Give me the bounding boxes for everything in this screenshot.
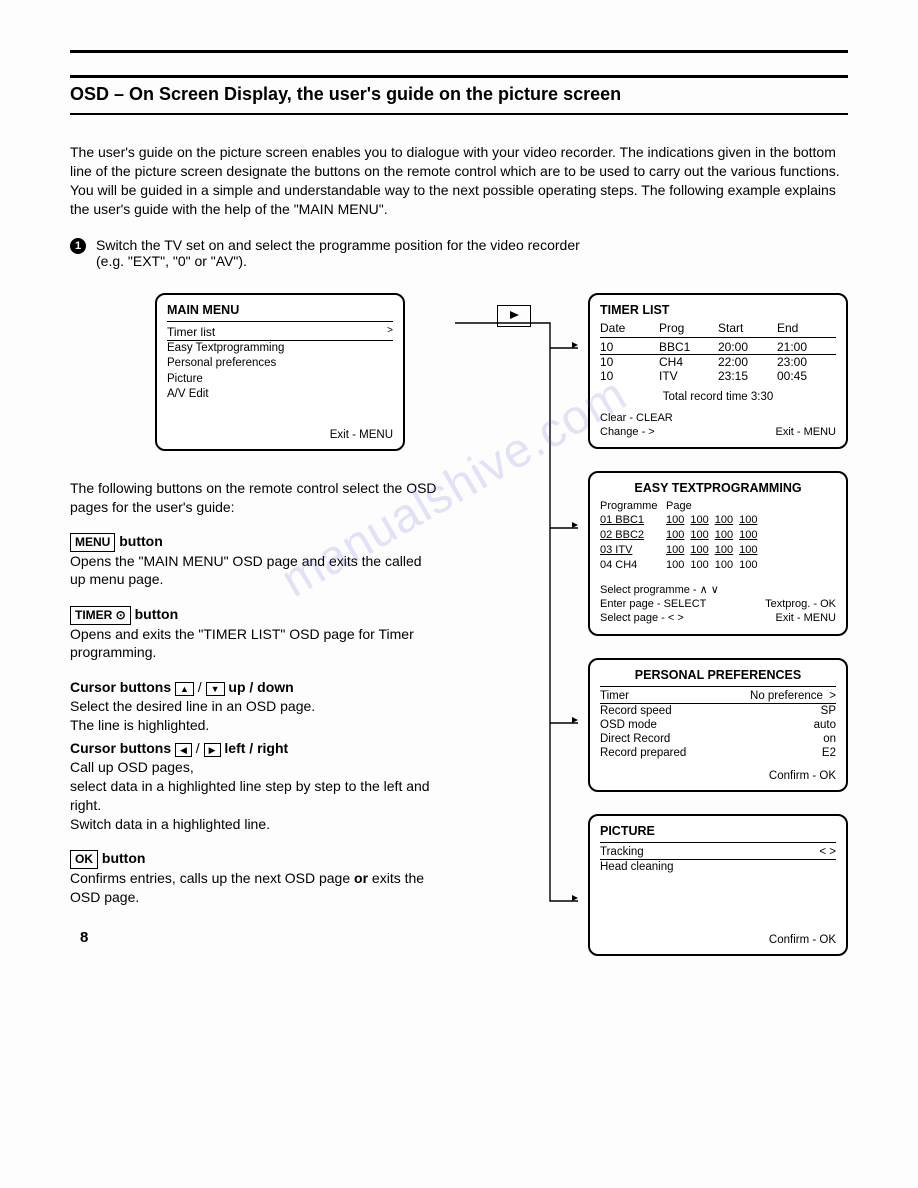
- step-1: 1 Switch the TV set on and select the pr…: [70, 237, 848, 269]
- intro-paragraph: The user's guide on the picture screen e…: [70, 143, 848, 219]
- up-arrow-icon: ▲: [175, 682, 194, 696]
- ep-foot1: Select programme - ∧ ∨: [600, 583, 836, 597]
- cursor-lr-desc1: Call up OSD pages,: [70, 759, 194, 775]
- ep-foot3l: Select page - < >: [600, 611, 684, 625]
- ok-button-label: OK: [70, 850, 98, 868]
- timer-list-header: Date Prog Start End: [600, 321, 836, 335]
- title-block: OSD – On Screen Display, the user's guid…: [70, 75, 848, 115]
- ep-row: 01 BBC1100100100100: [600, 513, 836, 528]
- picture-title: PICTURE: [600, 824, 836, 838]
- ep-row: 03 ITV100100100100: [600, 543, 836, 558]
- main-menu-item: A/V Edit: [167, 387, 393, 403]
- osd-main-menu: MAIN MENU Timer list > Easy Textprogramm…: [155, 293, 405, 451]
- timer-button-label: TIMER ⊙: [70, 606, 131, 624]
- left-intro: The following buttons on the remote cont…: [70, 479, 440, 517]
- timer-button-word: button: [131, 606, 178, 622]
- th-date: Date: [600, 321, 659, 335]
- prefs-row: Record preparedE2: [600, 746, 836, 760]
- ok-or: or: [354, 870, 368, 886]
- prefs-row: Record speedSP: [600, 704, 836, 718]
- main-menu-exit: Exit - MENU: [167, 429, 393, 441]
- timer-button-desc: Opens and exits the "TIMER LIST" OSD pag…: [70, 626, 414, 661]
- timer-list-title: TIMER LIST: [600, 303, 836, 317]
- timer-change: Change - >: [600, 425, 673, 439]
- cursor-ud-desc2: The line is highlighted.: [70, 717, 209, 733]
- picture-row: Head cleaning: [600, 860, 836, 874]
- prefs-row: Timer No preference >: [600, 689, 836, 704]
- cursor-ud-desc1: Select the desired line in an OSD page.: [70, 698, 315, 714]
- cursor-lr-desc3: Switch data in a highlighted line.: [70, 816, 270, 832]
- flow-connectors: [450, 293, 580, 1013]
- easy-text-title: EASY TEXTPROGRAMMING: [600, 481, 836, 495]
- osd-prefs: PERSONAL PREFERENCES Timer No preference…: [588, 658, 848, 792]
- th-prog: Prog: [659, 321, 718, 335]
- picture-row: Tracking< >: [600, 845, 836, 860]
- cursor-ud-title1: Cursor buttons: [70, 679, 175, 695]
- timer-clear: Clear - CLEAR: [600, 411, 673, 425]
- ep-row: 02 BBC2100100100100: [600, 528, 836, 543]
- osd-picture: PICTURE Tracking< > Head cleaning Confir…: [588, 814, 848, 956]
- page-title: OSD – On Screen Display, the user's guid…: [70, 84, 848, 105]
- prefs-row: OSD modeauto: [600, 718, 836, 732]
- timer-row: 10BBC120:0021:00: [600, 340, 836, 355]
- timer-exit: Exit - MENU: [776, 425, 837, 439]
- down-arrow-icon: ▼: [206, 682, 225, 696]
- ok-button-word: button: [98, 850, 145, 866]
- timer-total: Total record time 3:30: [600, 391, 836, 403]
- menu-button-word: button: [115, 533, 162, 549]
- top-rule: [70, 50, 848, 53]
- easy-text-header: Programme Page: [600, 499, 836, 513]
- step-1-line1: Switch the TV set on and select the prog…: [96, 237, 580, 253]
- right-arrow-icon: ▶: [204, 743, 221, 757]
- main-menu-selected-row: Timer list >: [167, 324, 393, 341]
- timer-button-section: TIMER ⊙ button Opens and exits the "TIME…: [70, 605, 440, 662]
- step-1-line2: (e.g. "EXT", "0" or "AV").: [96, 253, 247, 269]
- th-end: End: [777, 321, 836, 335]
- main-menu-item: Personal preferences: [167, 356, 393, 372]
- main-menu-item: Easy Textprogramming: [167, 341, 393, 357]
- timer-row: 10CH422:0023:00: [600, 355, 836, 369]
- menu-button-label: MENU: [70, 533, 115, 551]
- main-menu-selected-label: Timer list: [167, 325, 215, 339]
- cursor-ud-title2: up / down: [228, 679, 293, 695]
- picture-confirm: Confirm - OK: [600, 934, 836, 946]
- main-menu-item: Picture: [167, 372, 393, 388]
- ok-desc1: Confirms entries, calls up the next OSD …: [70, 870, 354, 886]
- cursor-leftright-section: Cursor buttons ◀ / ▶ left / right Call u…: [70, 739, 440, 833]
- prefs-row: Direct Recordon: [600, 732, 836, 746]
- chevron-right-icon: >: [387, 325, 393, 339]
- left-right-icon: < >: [819, 846, 836, 858]
- ep-foot2l: Enter page - SELECT: [600, 597, 706, 611]
- cursor-lr-title1: Cursor buttons: [70, 740, 175, 756]
- menu-button-desc: Opens the "MAIN MENU" OSD page and exits…: [70, 553, 422, 588]
- osd-timer-list: TIMER LIST Date Prog Start End 10BBC120:…: [588, 293, 848, 450]
- cursor-lr-title2: left / right: [224, 740, 288, 756]
- play-right-icon: [497, 305, 531, 327]
- cursor-updown-section: Cursor buttons ▲ / ▼ up / down Select th…: [70, 678, 440, 735]
- osd-easy-text: EASY TEXTPROGRAMMING Programme Page 01 B…: [588, 471, 848, 636]
- cursor-lr-desc2: select data in a highlighted line step b…: [70, 778, 430, 813]
- ep-foot2r: Textprog. - OK: [765, 597, 836, 611]
- step-number-badge: 1: [70, 238, 86, 254]
- page-number: 8: [80, 929, 88, 946]
- menu-button-section: MENU button Opens the "MAIN MENU" OSD pa…: [70, 532, 440, 589]
- prefs-confirm: Confirm - OK: [600, 770, 836, 782]
- timer-row: 10ITV23:1500:45: [600, 369, 836, 383]
- ep-foot3r: Exit - MENU: [776, 611, 837, 625]
- chevron-right-icon: >: [829, 690, 836, 702]
- main-menu-title: MAIN MENU: [167, 303, 393, 317]
- th-start: Start: [718, 321, 777, 335]
- left-arrow-icon: ◀: [175, 743, 192, 757]
- ok-button-section: OK button Confirms entries, calls up the…: [70, 849, 440, 906]
- ep-row: 04 CH4100100100100: [600, 558, 836, 573]
- prefs-title: PERSONAL PREFERENCES: [600, 668, 836, 682]
